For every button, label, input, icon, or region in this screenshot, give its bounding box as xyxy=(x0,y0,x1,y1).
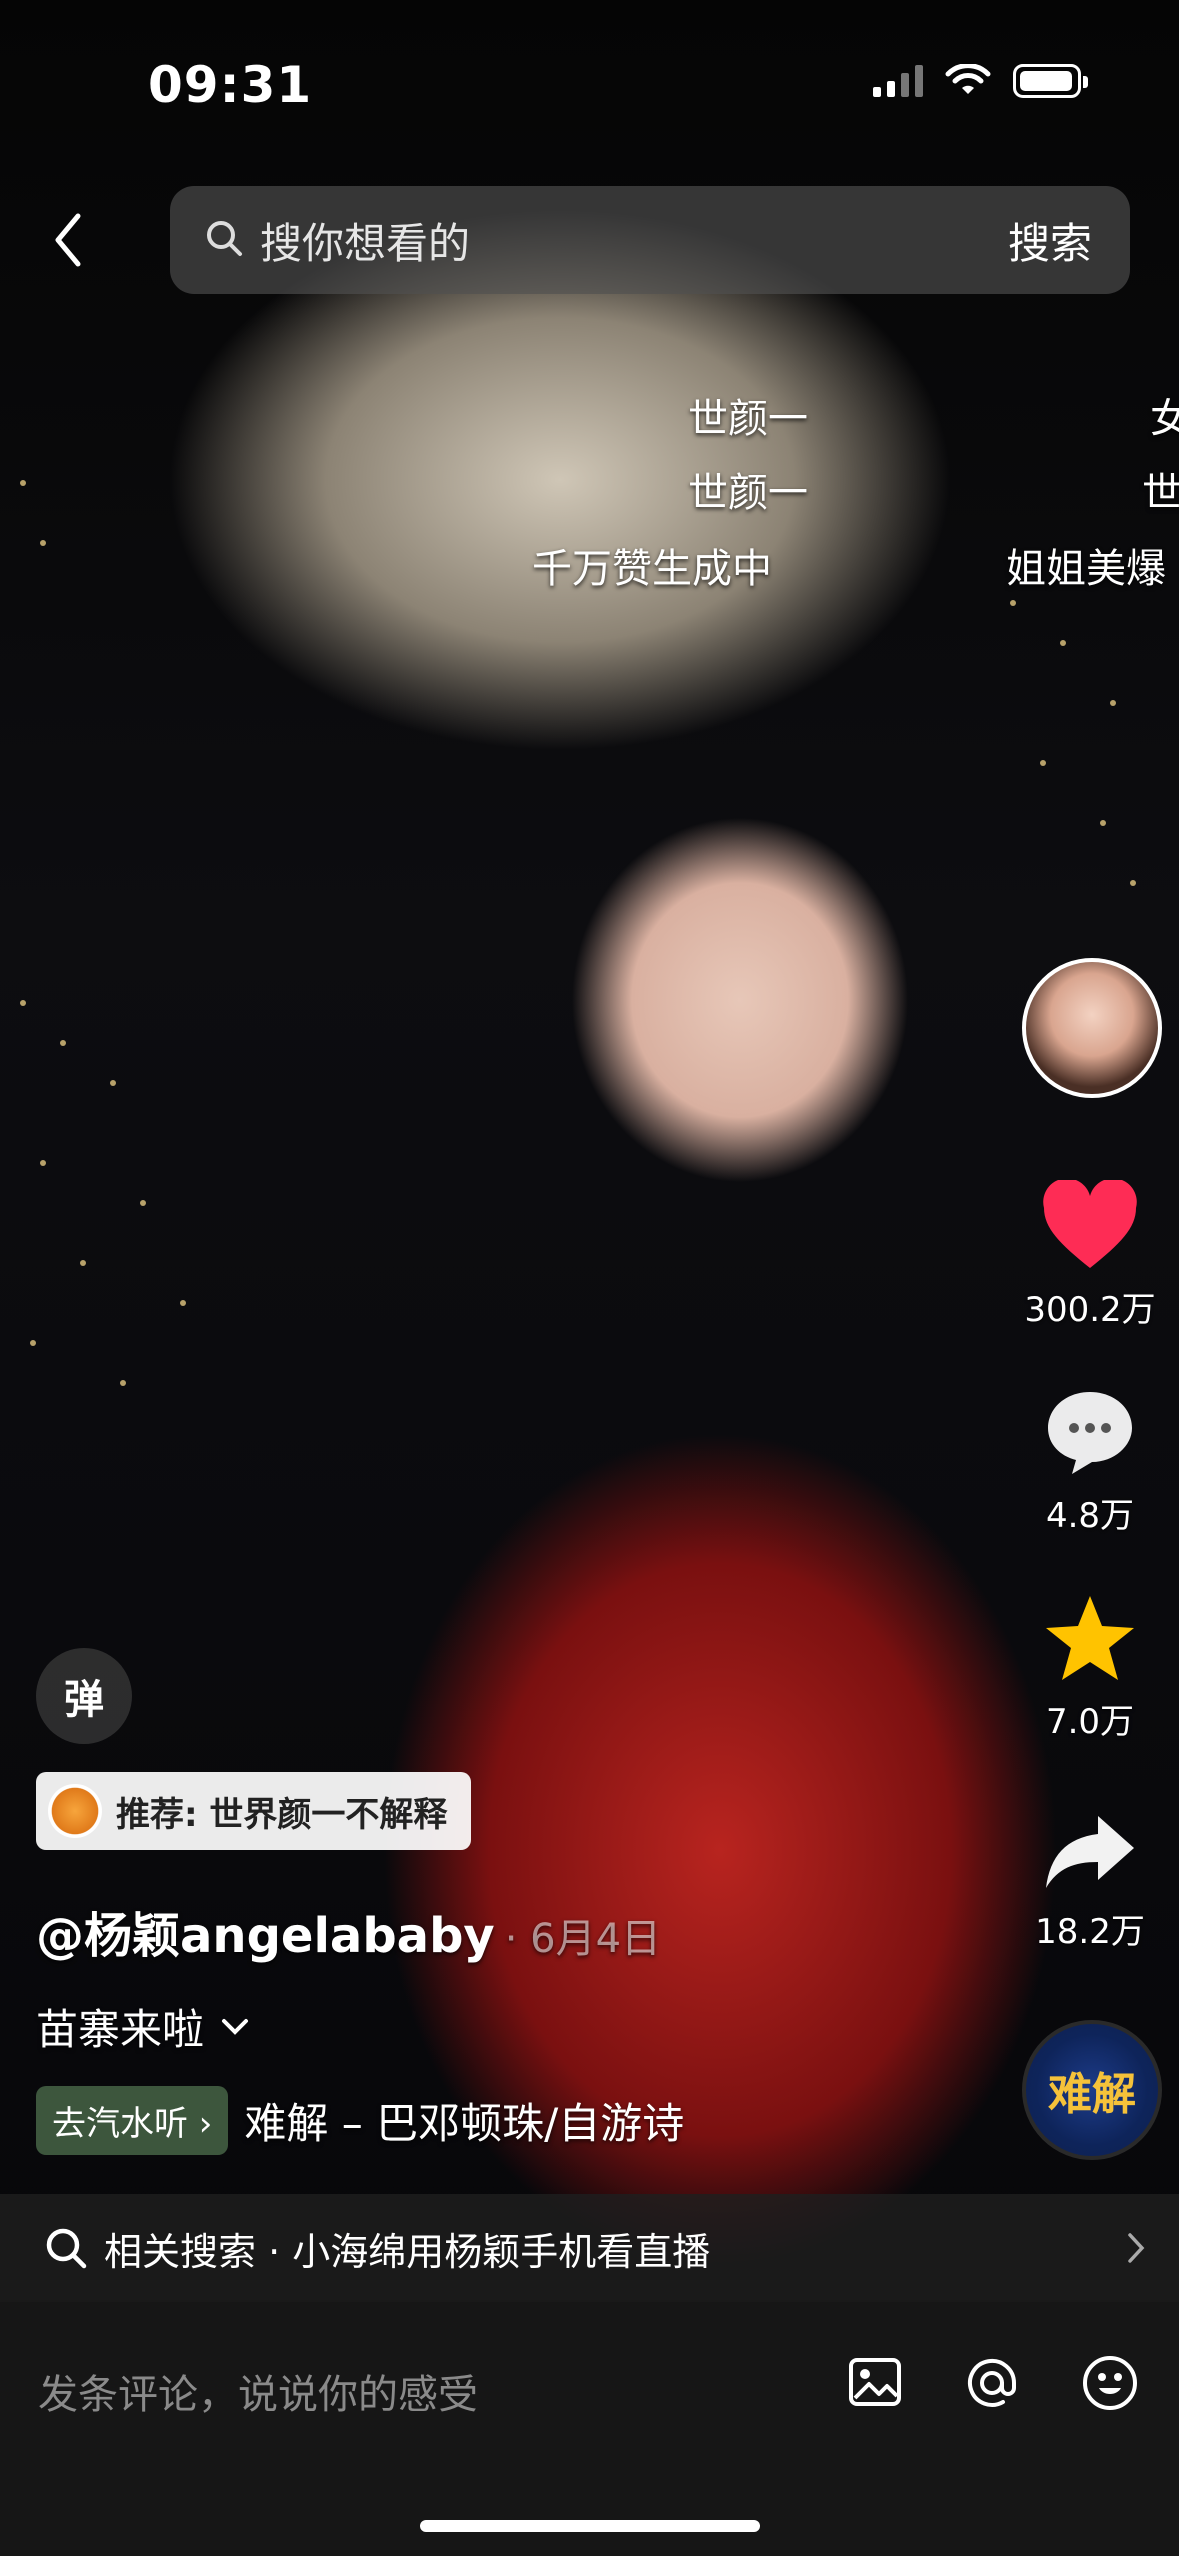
star-icon xyxy=(1046,1596,1134,1680)
post-date: · 6月4日 xyxy=(504,1916,662,1962)
search-button[interactable]: 搜索 xyxy=(1008,210,1092,271)
chevron-down-icon xyxy=(222,2018,249,2035)
music-row[interactable]: 去汽水听 › 难解 – 巴邓顿珠/自游诗 xyxy=(36,2086,684,2155)
cellular-signal-icon xyxy=(873,65,923,97)
comment-bar: 发条评论，说说你的感受 xyxy=(0,2302,1179,2556)
chevron-right-icon xyxy=(1128,2233,1145,2263)
listen-in-qishui-button[interactable]: 去汽水听 › xyxy=(36,2086,229,2155)
search-bar[interactable]: 搜你想看的 搜索 xyxy=(170,186,1130,294)
back-button[interactable] xyxy=(38,200,98,280)
emoji-icon[interactable] xyxy=(1081,2354,1139,2412)
comment-bubble-icon xyxy=(1048,1392,1132,1474)
author-row[interactable]: @杨颖angelababy · 6月4日 xyxy=(36,1896,661,1966)
recommend-badge[interactable]: 推荐: 世界颜一不解释 xyxy=(36,1772,472,1850)
status-icons xyxy=(873,64,1088,98)
topic-row[interactable]: 苗寨来啦 xyxy=(36,1996,250,2057)
status-time: 09:31 xyxy=(148,56,313,114)
share-count: 18.2万 xyxy=(1035,1912,1145,1952)
share-arrow-icon xyxy=(1046,1816,1134,1888)
music-disc[interactable]: 难解 xyxy=(1022,2020,1162,2160)
battery-icon xyxy=(1013,64,1088,98)
like-count: 300.2万 xyxy=(1024,1290,1156,1330)
topic-title: 苗寨来啦 xyxy=(36,2005,205,2054)
wifi-icon xyxy=(945,64,991,94)
danmaku-comment: 世颜一 xyxy=(688,470,808,516)
heart-icon xyxy=(1043,1178,1137,1268)
comment-input[interactable]: 发条评论，说说你的感受 xyxy=(38,2362,478,2420)
danmaku-comment: 姐姐美爆 xyxy=(1006,546,1166,592)
image-icon[interactable] xyxy=(847,2354,903,2410)
danmaku-comment: 千万赞生成中 xyxy=(532,546,772,592)
share-button[interactable]: 18.2万 xyxy=(1005,1810,1175,1953)
recommend-label: 推荐: 世界颜一不解释 xyxy=(116,1794,448,1835)
search-icon xyxy=(204,218,244,262)
comment-button[interactable]: 4.8万 xyxy=(1005,1386,1175,1537)
recommend-avatar-icon xyxy=(48,1784,102,1838)
status-bar: 09:31 xyxy=(0,0,1179,170)
comment-count: 4.8万 xyxy=(1045,1496,1135,1536)
search-icon xyxy=(44,2226,88,2270)
related-search-text: 相关搜索 · 小海绵用杨颖手机看直播 xyxy=(104,2229,711,2274)
mention-icon[interactable] xyxy=(963,2354,1021,2412)
danmaku-toggle-button[interactable]: 弹 xyxy=(36,1648,132,1744)
comment-tools xyxy=(847,2354,1139,2412)
like-button[interactable]: 300.2万 xyxy=(1005,1178,1175,1331)
favorite-button[interactable]: 7.0万 xyxy=(1005,1592,1175,1743)
danmaku-comment: 世颜一 xyxy=(688,396,808,442)
search-input[interactable]: 搜你想看的 xyxy=(260,210,1008,271)
chevron-left-icon xyxy=(55,213,81,267)
creator-avatar[interactable] xyxy=(1022,958,1162,1098)
danmaku-comment: 女 xyxy=(1150,396,1179,442)
favorite-count: 7.0万 xyxy=(1045,1702,1135,1742)
author-handle[interactable]: @杨颖angelababy xyxy=(36,1908,495,1964)
music-title: 难解 – 巴邓顿珠/自游诗 xyxy=(244,2099,685,2148)
related-search-bar[interactable]: 相关搜索 · 小海绵用杨颖手机看直播 xyxy=(0,2194,1179,2302)
home-indicator[interactable] xyxy=(420,2520,760,2532)
danmaku-comment: 世 xyxy=(1142,470,1179,516)
